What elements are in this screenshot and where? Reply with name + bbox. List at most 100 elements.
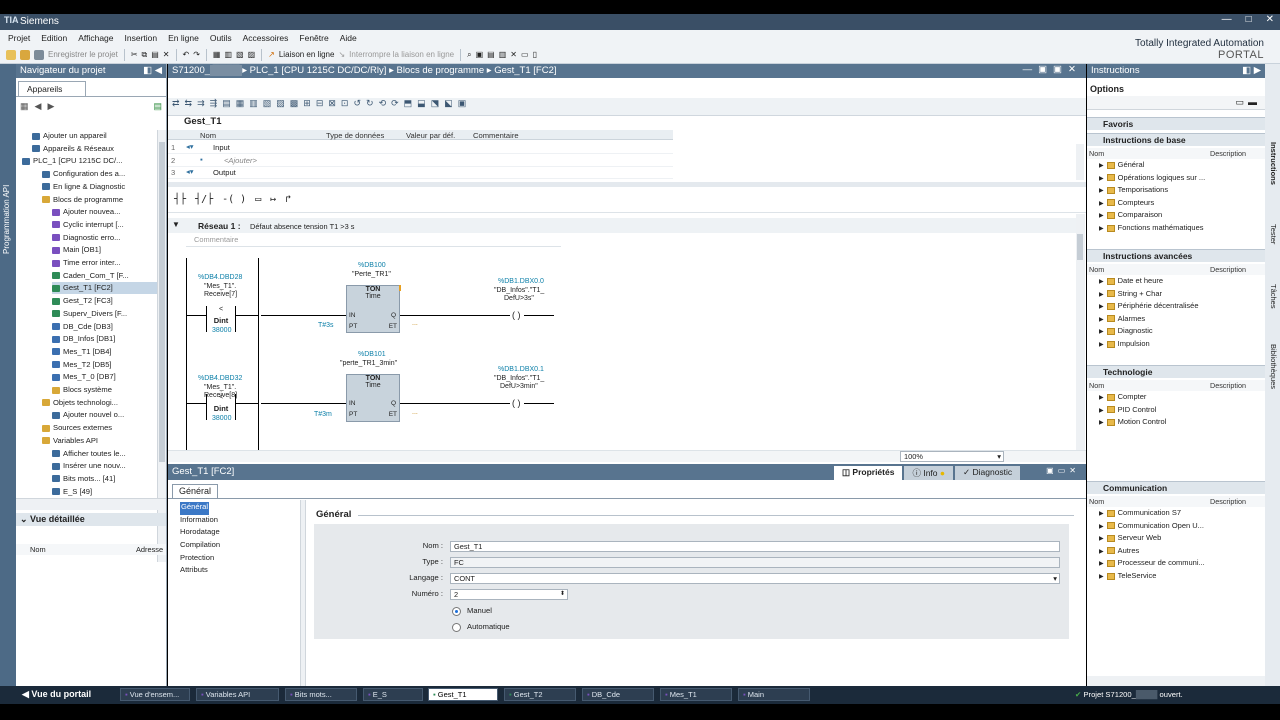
no-contact-icon[interactable]: ┤├ [174, 194, 186, 205]
cut-icon[interactable]: ✂ [131, 50, 138, 59]
instruction-folder[interactable]: ▶ Processeur de communi... [1099, 557, 1205, 569]
tree-item-4[interactable]: En ligne & Diagnostic [42, 181, 157, 193]
editor-window-controls[interactable]: —▣▣✕ [1023, 64, 1082, 75]
tree-hscrollbar[interactable] [16, 498, 166, 510]
instruction-folder[interactable]: ▶ Date et heure [1099, 275, 1163, 287]
coil-2[interactable]: ( ) [512, 398, 521, 408]
iface-row[interactable]: 3 ◂▾ Output [168, 167, 673, 179]
nc-contact-icon[interactable]: ┤/├ [195, 194, 213, 205]
tree-item-26[interactable]: Insérer une nouv... [52, 460, 157, 472]
upload-icon[interactable]: ▧ [236, 50, 244, 59]
taskbar-item[interactable]: ▪ Bits mots... [285, 688, 357, 701]
tree-item-24[interactable]: Variables API [42, 435, 157, 447]
tree-item-8[interactable]: Diagnostic erro... [52, 232, 157, 244]
forward-icon[interactable]: ▶ [47, 101, 54, 112]
editor-tool-icon[interactable]: ⇶ [210, 98, 218, 109]
instruction-folder[interactable]: ▶ Diagnostic [1099, 325, 1153, 337]
subtab-general[interactable]: Général [172, 484, 219, 498]
download-icon[interactable]: ▥ [224, 50, 232, 59]
taskbar-item[interactable]: ▪ Variables API [196, 688, 279, 701]
tree-item-6[interactable]: Ajouter nouvea... [52, 206, 157, 218]
tree-item-21[interactable]: Objets technologi... [42, 397, 157, 409]
network-collapse-icon[interactable]: ▼ [172, 220, 180, 229]
editor-tool-icon[interactable]: ⬔ [431, 98, 440, 109]
editor-tool-icon[interactable]: ▣ [458, 98, 467, 109]
editor-tool-icon[interactable]: ▧ [263, 98, 272, 109]
close-branch-icon[interactable]: ↱ [285, 194, 291, 205]
editor-tool-icon[interactable]: ⊠ [328, 98, 336, 109]
menu-item-4[interactable]: En ligne [168, 33, 199, 43]
open-project-icon[interactable] [20, 49, 30, 60]
timer-box-2[interactable]: TON Time IN PT Q ET [346, 374, 400, 422]
zoom-select[interactable]: 100% ▾ [900, 451, 1004, 462]
iface-row[interactable]: 1 ◂▾ Input [168, 142, 673, 154]
split-vertical-icon[interactable]: ▯ [533, 50, 537, 59]
menu-item-3[interactable]: Insertion [125, 33, 158, 43]
save-project-label[interactable]: Enregistrer le projet [48, 50, 118, 59]
instruction-folder[interactable]: ▶ Autres [1099, 545, 1139, 557]
instruction-folder[interactable]: ▶ Comparaison [1099, 209, 1162, 221]
redo-icon[interactable]: ↷ [193, 50, 200, 59]
start-cpu-icon[interactable]: ▤ [487, 50, 495, 59]
tree-item-15[interactable]: DB_Cde [DB3] [52, 321, 157, 333]
split-horizontal-icon[interactable]: ▭ [521, 50, 529, 59]
tab-appareils[interactable]: Appareils [18, 81, 86, 96]
editor-tool-icon[interactable]: ⟳ [391, 98, 399, 109]
tree-item-27[interactable]: Bits mots... [41] [52, 473, 157, 485]
instruction-folder[interactable]: ▶ Périphérie décentralisée [1099, 300, 1199, 312]
section-techno[interactable]: Technologie [1087, 365, 1265, 378]
tree-item-16[interactable]: DB_Infos [DB1] [52, 333, 157, 345]
coil-icon[interactable]: -( ) [222, 194, 246, 205]
editor-tool-icon[interactable]: ⊞ [303, 98, 311, 109]
network-scrollbar[interactable] [1076, 214, 1085, 450]
props-nav-item[interactable]: Information [180, 515, 220, 528]
editor-tool-icon[interactable]: ⬕ [444, 98, 453, 109]
menu-item-7[interactable]: Fenêtre [299, 33, 328, 43]
taskbar-item[interactable]: ▪ E_S [363, 688, 423, 701]
editor-tool-icon[interactable]: ⟲ [379, 98, 387, 109]
tree-toolbar-icon[interactable]: ▦ [20, 101, 29, 112]
editor-tool-icon[interactable]: ⬓ [417, 98, 426, 109]
go-online-button[interactable]: Liaison en ligne [279, 50, 335, 59]
tree-item-19[interactable]: Mes_T_0 [DB7] [52, 371, 157, 383]
instruction-folder[interactable]: ▶ Communication Open U... [1099, 520, 1204, 532]
iface-row[interactable]: 2 ▪ <Ajouter> [168, 155, 673, 167]
taskbar-item[interactable]: ▪ Mes_T1 [660, 688, 732, 701]
minimize-icon[interactable]: — [1222, 14, 1232, 25]
taskbar-item[interactable]: ▪ Vue d'ensem... [120, 688, 190, 701]
close-icon[interactable]: ✕ [1266, 14, 1274, 25]
taskbar-item[interactable]: ▪ Main [738, 688, 810, 701]
crumb-plc[interactable]: PLC_1 [CPU 1215C DC/DC/Rly] [250, 65, 387, 76]
cross-reference-icon[interactable]: ▣ [476, 50, 484, 59]
tree-item-14[interactable]: Superv_Divers [F... [52, 308, 157, 320]
panel-pin-icon[interactable]: ◧ ◀ [143, 65, 162, 76]
timer-box-1[interactable]: TON Time IN PT Q ET [346, 285, 400, 333]
tree-item-25[interactable]: Afficher toutes le... [52, 448, 157, 460]
new-tree-icon[interactable]: ▤ [153, 101, 162, 112]
portal-view-button[interactable]: ◀ Vue du portail [22, 689, 91, 700]
editor-tool-icon[interactable]: ▦ [236, 98, 245, 109]
tree-item-23[interactable]: Sources externes [42, 422, 157, 434]
section-base[interactable]: Instructions de base [1087, 133, 1265, 146]
editor-tool-icon[interactable]: ⇄ [172, 98, 180, 109]
vertical-tab-programming[interactable]: Programmation API [0, 64, 16, 686]
save-icon[interactable] [34, 49, 44, 60]
menu-item-5[interactable]: Outils [210, 33, 232, 43]
back-icon[interactable]: ◀ [35, 101, 42, 112]
network-header[interactable]: ▼ Réseau 1 : Défaut absence tension T1 >… [168, 218, 1078, 233]
section-comm[interactable]: Communication [1087, 481, 1265, 494]
editor-tool-icon[interactable]: ↺ [353, 98, 361, 109]
editor-tool-icon[interactable]: ⊟ [316, 98, 324, 109]
instruction-folder[interactable]: ▶ Motion Control [1099, 416, 1166, 428]
editor-tool-icon[interactable]: ▨ [276, 98, 285, 109]
props-nav-item[interactable]: Compilation [180, 540, 220, 553]
menu-item-0[interactable]: Projet [8, 33, 30, 43]
instruction-folder[interactable]: ▶ Général [1099, 159, 1144, 171]
menu-item-1[interactable]: Edition [41, 33, 67, 43]
crumb-blocks[interactable]: Blocs de programme [396, 65, 484, 76]
tree-item-20[interactable]: Blocs système [52, 384, 157, 396]
instructions-pin-icon[interactable]: ◧ ▶ [1242, 65, 1261, 76]
tree-item-0[interactable]: Ajouter un appareil [32, 130, 157, 142]
tab-info[interactable]: ⓘ Info ● [904, 466, 954, 480]
crumb-project[interactable]: S71200_ [172, 65, 210, 76]
